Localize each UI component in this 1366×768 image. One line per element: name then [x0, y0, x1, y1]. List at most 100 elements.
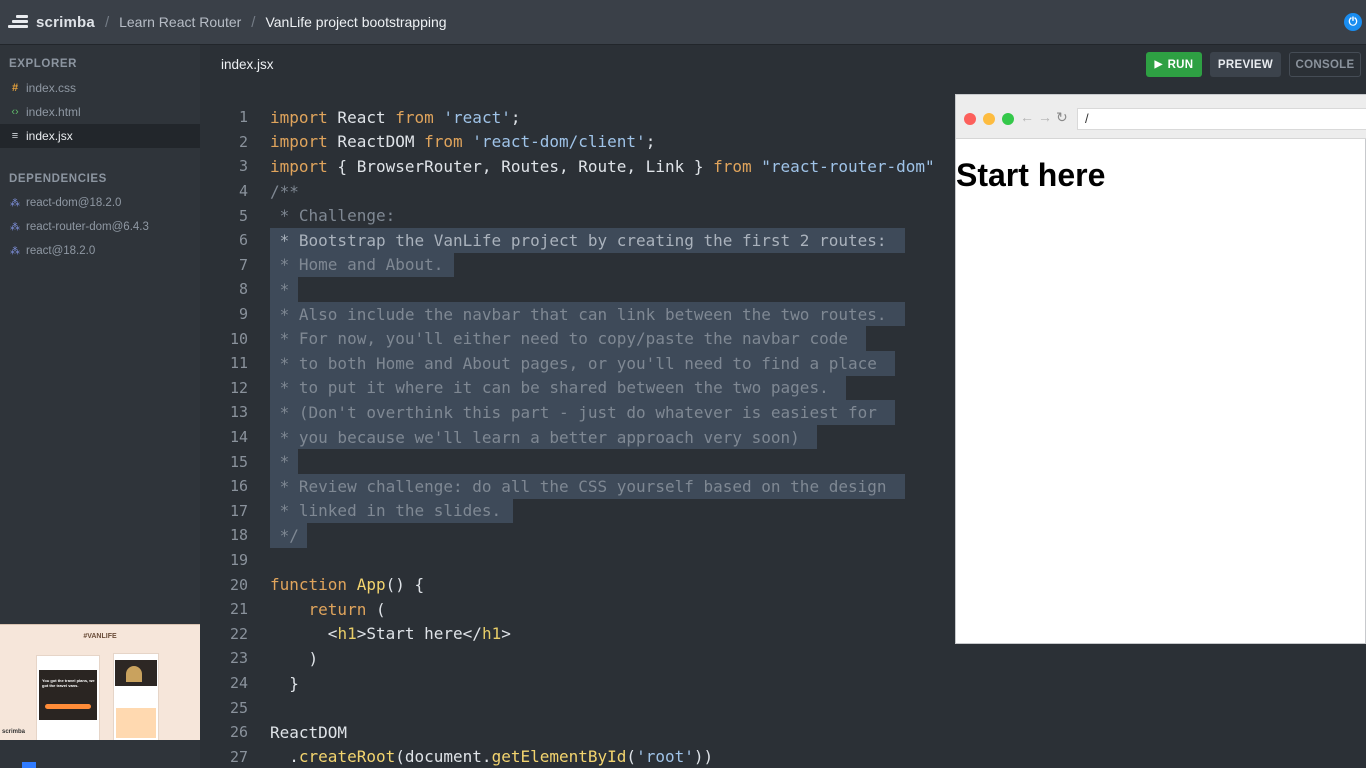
line-number: 16	[229, 477, 248, 496]
code-text: * Review challenge: do all the CSS yours…	[270, 476, 887, 496]
code-text: * to both Home and About pages, or you'l…	[270, 353, 877, 373]
url-bar[interactable]: /	[1077, 108, 1366, 130]
line-number: 4	[238, 182, 248, 201]
code-text: * Bootstrap the VanLife project by creat…	[270, 230, 887, 250]
thumbnail-mock-home: You got the travel plans, we got the tra…	[36, 655, 100, 740]
code-text: * Challenge:	[270, 206, 396, 226]
line-number: 6	[238, 231, 248, 250]
line-number: 25	[229, 698, 248, 717]
toolbar-icon[interactable]	[22, 762, 36, 768]
power-icon[interactable]: ⏻	[1344, 13, 1362, 31]
hash-icon: #	[11, 82, 19, 94]
code-text: * you because we'll learn a better appro…	[270, 427, 800, 447]
line-number: 3	[238, 157, 248, 176]
breadcrumb-separator: /	[104, 13, 110, 31]
scrimba-logo[interactable]: scrimba	[8, 13, 95, 31]
line-number: 19	[229, 551, 248, 570]
line-number: 18	[229, 526, 248, 545]
dependency-name: react-dom@18.2.0	[26, 197, 122, 209]
line-number: 17	[229, 501, 248, 520]
package-icon: ⁂	[10, 221, 20, 233]
dependency-item[interactable]: ⁂ react-router-dom@6.4.3	[0, 215, 200, 239]
line-number: 21	[229, 600, 248, 619]
line-number: 26	[229, 723, 248, 742]
close-dot-icon[interactable]	[964, 113, 976, 125]
line-number: 20	[229, 575, 248, 594]
code-text: import ReactDOM from 'react-dom/client';	[270, 132, 656, 152]
file-icon: ≡	[11, 130, 19, 142]
package-icon: ⁂	[10, 245, 20, 257]
code-editor[interactable]: index.jsx ▶ RUN PREVIEW CONSOLE 1 import …	[200, 45, 1366, 768]
line-number: 10	[229, 329, 248, 348]
file-name: index.jsx	[26, 129, 73, 143]
play-icon: ▶	[1154, 59, 1163, 70]
line-number: 22	[229, 624, 248, 643]
code-text: )	[270, 648, 319, 668]
file-name: index.css	[26, 81, 77, 95]
dependency-item[interactable]: ⁂ react-dom@18.2.0	[0, 191, 200, 215]
preview-button[interactable]: PREVIEW	[1210, 52, 1281, 77]
code-text: * Also include the navbar that can link …	[270, 304, 887, 324]
reload-icon[interactable]: ↻	[1056, 109, 1068, 126]
code-text: *	[270, 452, 290, 472]
back-arrow-icon[interactable]: ←	[1020, 109, 1034, 125]
thumbnail-footer: scrimba	[2, 729, 26, 735]
explorer-title: EXPLORER	[9, 58, 78, 70]
scrimba-logo-icon	[8, 13, 30, 31]
line-number: 5	[238, 206, 248, 225]
preview-window: ← → ↻ / Start here	[955, 94, 1366, 644]
code-text: *	[270, 279, 290, 299]
browser-chrome: ← → ↻ /	[956, 95, 1366, 139]
line-number: 11	[229, 354, 248, 373]
thumbnail-headline: You got the travel plans, we got the tra…	[42, 678, 95, 688]
dependency-item[interactable]: ⁂ react@18.2.0	[0, 239, 200, 263]
code-text: * For now, you'll either need to copy/pa…	[270, 329, 848, 349]
breadcrumb-lesson: VanLife project bootstrapping	[265, 14, 447, 30]
breadcrumb-course[interactable]: Learn React Router	[119, 14, 241, 30]
file-name: index.html	[26, 105, 81, 119]
file-item-index-css[interactable]: # index.css	[0, 76, 200, 100]
line-number: 1	[238, 108, 248, 127]
line-number: 9	[238, 305, 248, 324]
code-text: return (	[308, 599, 386, 619]
code-text: <h1>Start here</h1>	[270, 624, 511, 644]
active-file-tab[interactable]: index.jsx	[221, 57, 274, 72]
code-text: /**	[270, 181, 299, 201]
code-text: ReactDOM	[270, 722, 348, 742]
line-number: 14	[229, 428, 248, 447]
line-number: 7	[238, 255, 248, 274]
code-text: * to put it where it can be shared betwe…	[270, 378, 829, 398]
console-button[interactable]: CONSOLE	[1289, 52, 1361, 77]
line-number: 13	[229, 403, 248, 422]
breadcrumb-separator: /	[251, 13, 256, 31]
code-text: * Home and About.	[270, 255, 444, 275]
line-number: 12	[229, 378, 248, 397]
slide-thumbnail[interactable]: #VANLIFE You got the travel plans, we go…	[0, 624, 200, 740]
line-number: 23	[229, 649, 248, 668]
minimize-dot-icon[interactable]	[983, 113, 995, 125]
forward-arrow-icon[interactable]: →	[1038, 109, 1052, 125]
preview-heading: Start here	[956, 157, 1106, 193]
code-text: import { BrowserRouter, Routes, Route, L…	[270, 156, 935, 176]
thumbnail-title: #VANLIFE	[83, 633, 117, 640]
line-number: 2	[238, 132, 248, 151]
line-number: 27	[229, 747, 248, 766]
thumbnail-mock-about	[113, 653, 159, 740]
code-text: * (Don't overthink this part - just do w…	[270, 402, 877, 422]
dependency-name: react@18.2.0	[26, 245, 96, 257]
top-bar: scrimba / Learn React Router / VanLife p…	[0, 0, 1366, 45]
logo-text: scrimba	[36, 13, 95, 31]
code-text: * linked in the slides.	[270, 501, 502, 521]
run-button[interactable]: ▶ RUN	[1146, 52, 1202, 77]
code-icon: ‹›	[11, 106, 19, 118]
package-icon: ⁂	[10, 197, 20, 209]
line-number: 8	[238, 280, 248, 299]
dependencies-title: DEPENDENCIES	[9, 173, 107, 185]
file-item-index-jsx[interactable]: ≡ index.jsx	[0, 124, 200, 148]
file-item-index-html[interactable]: ‹› index.html	[0, 100, 200, 124]
maximize-dot-icon[interactable]	[1002, 113, 1014, 125]
line-number: 24	[229, 674, 248, 693]
code-text: import React from 'react';	[270, 107, 521, 127]
code-text: */	[270, 525, 299, 545]
run-label: RUN	[1167, 58, 1194, 71]
